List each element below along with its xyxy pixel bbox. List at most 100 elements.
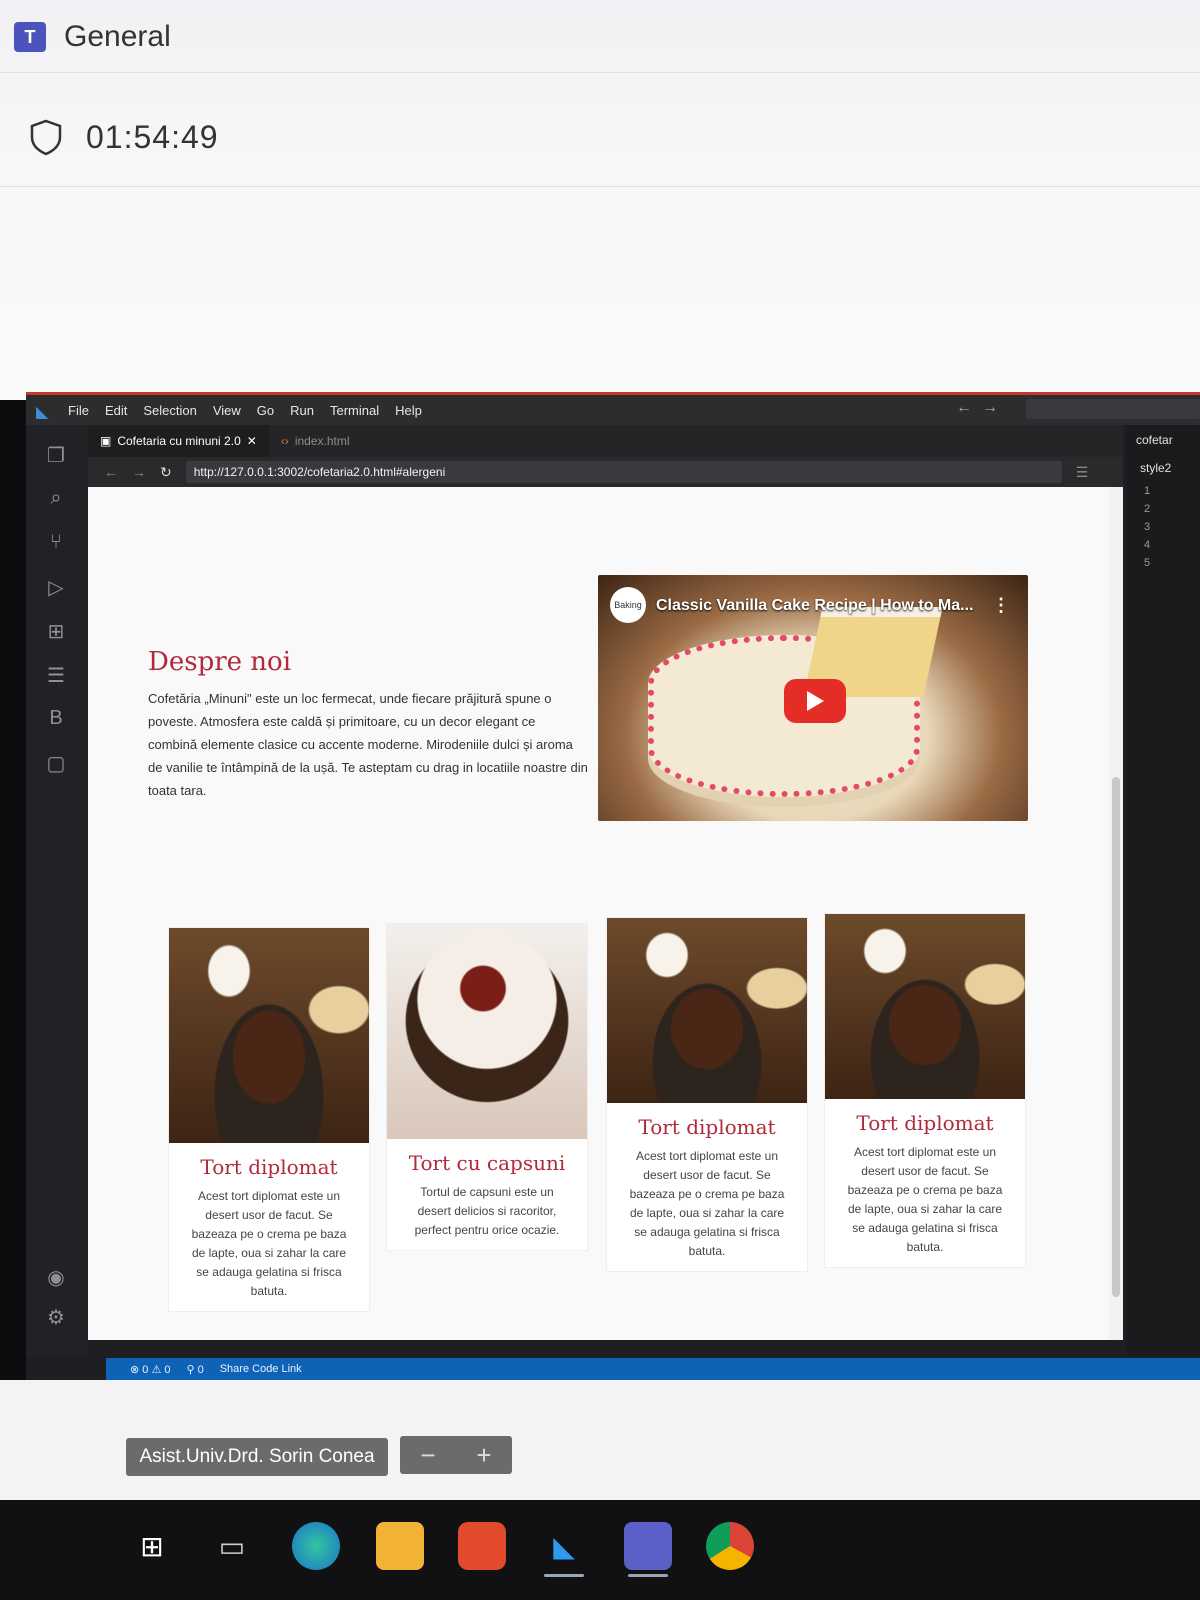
shield-icon — [30, 119, 62, 156]
menu-terminal[interactable]: Terminal — [330, 403, 379, 418]
tab-label: index.html — [294, 434, 350, 448]
menu-edit[interactable]: Edit — [105, 403, 127, 418]
teams-icon[interactable] — [624, 1522, 672, 1570]
remote-explorer-icon[interactable]: ▢ — [44, 751, 68, 775]
chrome-icon[interactable] — [706, 1522, 754, 1570]
menu-file[interactable]: File — [68, 403, 89, 418]
run-debug-icon[interactable]: ▷ — [44, 575, 68, 599]
menu-bar: File Edit Selection View Go Run Terminal… — [68, 403, 422, 418]
menu-run[interactable]: Run — [290, 403, 314, 418]
card-text: Tortul de capsuni este un desert delicio… — [414, 1185, 560, 1237]
forward-arrow-icon[interactable]: → — [132, 464, 146, 480]
teams-window: T General 01:54:49 — [0, 0, 1200, 400]
tab-label: Cofetaria cu minuni 2.0 — [117, 434, 241, 448]
brave-icon[interactable] — [458, 1522, 506, 1570]
youtube-video-embed[interactable]: Baking Classic Vanilla Cake Recipe | How… — [598, 575, 1028, 821]
title-bar: ◣ File Edit Selection View Go Run Termin… — [26, 395, 1200, 425]
preview-icon: ▣ — [100, 434, 112, 448]
database-icon[interactable]: ☰ — [44, 663, 68, 687]
product-card[interactable]: Tort cu capsuni Tortul de capsuni este u… — [386, 923, 588, 1251]
problems-indicator[interactable]: ⊗ 0 ⚠ 0 — [130, 1363, 170, 1376]
editor-tabs: ▣ Cofetaria cu minuni 2.0 ✕ ‹› index.htm… — [88, 425, 1123, 457]
divider — [0, 72, 1200, 73]
product-card[interactable]: Tort diplomat Acest tort diplomat este u… — [606, 917, 808, 1272]
edge-icon[interactable] — [292, 1522, 340, 1570]
card-text: Acest tort diplomat este un desert usor … — [629, 1149, 785, 1258]
windows-start-icon[interactable]: ⊞ — [128, 1522, 176, 1570]
status-bar: ⊗ 0 ⚠ 0 ⚲ 0 Share Code Link — [106, 1358, 1200, 1380]
vscode-icon[interactable]: ◣ — [540, 1522, 588, 1570]
cake-image — [169, 928, 369, 1143]
search-icon[interactable]: ⌕ — [44, 487, 68, 511]
reload-icon[interactable]: ↻ — [160, 464, 172, 481]
active-indicator — [628, 1574, 668, 1577]
task-view-icon[interactable]: ▭ — [208, 1522, 256, 1570]
close-icon[interactable]: ✕ — [247, 434, 257, 448]
command-center[interactable] — [1026, 399, 1200, 419]
about-text: Cofetăria „Minuni" este un loc fermecat,… — [148, 691, 588, 798]
tab-index-html[interactable]: ‹› index.html — [269, 425, 362, 457]
teams-icon[interactable]: T — [14, 22, 46, 52]
card-title: Tort diplomat — [200, 1155, 338, 1179]
call-status: 01:54:49 — [28, 118, 219, 156]
play-button[interactable] — [784, 679, 846, 723]
video-title[interactable]: Classic Vanilla Cake Recipe | How to Ma.… — [656, 597, 973, 615]
card-title: Tort cu capsuni — [408, 1151, 566, 1175]
ports-indicator[interactable]: ⚲ 0 — [186, 1363, 203, 1376]
presenter-name-tag: Asist.Univ.Drd. Sorin Conea — [126, 1438, 388, 1476]
settings-gear-icon[interactable]: ⚙ — [44, 1305, 68, 1329]
tab-cofetaria[interactable]: cofetar — [1136, 433, 1173, 447]
zoom-in-button[interactable]: + — [476, 1440, 491, 1471]
channel-avatar[interactable]: Baking — [610, 587, 646, 623]
web-preview: Despre noi Cofetăria „Minuni" este un lo… — [88, 487, 1123, 1340]
line-number: 5 — [1144, 557, 1151, 569]
source-control-icon[interactable]: ⑂ — [44, 531, 68, 555]
extensions-icon[interactable]: ⊞ — [44, 619, 68, 643]
about-section: Despre noi Cofetăria „Minuni" este un lo… — [148, 647, 588, 802]
menu-icon[interactable]: ☰ — [1076, 464, 1089, 481]
cake-image — [825, 914, 1025, 1099]
url-input[interactable]: http://127.0.0.1:3002/cofetaria2.0.html#… — [185, 461, 1062, 483]
back-arrow-icon[interactable]: ← — [104, 464, 118, 480]
menu-view[interactable]: View — [213, 403, 241, 418]
activity-bar: ❐ ⌕ ⑂ ▷ ⊞ ☰ B ▢ ◉ ⚙ — [26, 425, 88, 1356]
bootstrap-icon[interactable]: B — [44, 707, 68, 731]
channel-title: General — [64, 20, 171, 53]
product-card[interactable]: Tort diplomat Acest tort diplomat este u… — [824, 913, 1026, 1268]
browser-address-row: ← → ↻ http://127.0.0.1:3002/cofetaria2.0… — [88, 457, 1123, 487]
card-title: Tort diplomat — [638, 1115, 776, 1139]
product-card[interactable]: Tort diplomat Acest tort diplomat este u… — [168, 927, 370, 1312]
explorer-icon[interactable]: ❐ — [44, 443, 68, 467]
scrollbar[interactable] — [1109, 487, 1123, 1340]
more-vertical-icon[interactable]: ⋮ — [992, 595, 1010, 616]
zoom-out-button[interactable]: − — [420, 1440, 435, 1471]
tab-style2[interactable]: style2 — [1140, 461, 1171, 475]
zoom-controls: − + — [400, 1436, 512, 1474]
play-icon — [807, 691, 824, 711]
line-number: 1 — [1144, 485, 1151, 497]
tab-preview[interactable]: ▣ Cofetaria cu minuni 2.0 ✕ — [88, 425, 269, 457]
active-indicator — [544, 1574, 584, 1577]
menu-help[interactable]: Help — [395, 403, 422, 418]
menu-selection[interactable]: Selection — [143, 403, 196, 418]
share-code-link[interactable]: Share Code Link — [220, 1363, 302, 1375]
divider — [0, 186, 1200, 187]
card-text: Acest tort diplomat este un desert usor … — [847, 1145, 1003, 1254]
side-editor-panel: cofetar style2 1 2 3 4 5 — [1126, 425, 1200, 1356]
teams-header: T General — [14, 20, 171, 54]
product-cards: Tort diplomat Acest tort diplomat este u… — [168, 913, 1038, 1340]
call-timer: 01:54:49 — [86, 118, 219, 155]
scrollbar-thumb[interactable] — [1112, 777, 1120, 1297]
windows-taskbar: ⊞ ▭ ◣ — [0, 1500, 1200, 1600]
line-number: 3 — [1144, 521, 1151, 533]
cake-image — [387, 924, 587, 1139]
card-title: Tort diplomat — [856, 1111, 994, 1135]
shared-screen-vscode: ◣ File Edit Selection View Go Run Termin… — [26, 392, 1200, 1380]
line-number: 2 — [1144, 503, 1151, 515]
html-file-icon: ‹› — [280, 434, 289, 448]
file-explorer-icon[interactable] — [376, 1522, 424, 1570]
accounts-icon[interactable]: ◉ — [44, 1265, 68, 1289]
history-arrows-icon[interactable]: ←→ — [956, 399, 1008, 417]
about-title: Despre noi — [148, 647, 292, 677]
menu-go[interactable]: Go — [257, 403, 274, 418]
